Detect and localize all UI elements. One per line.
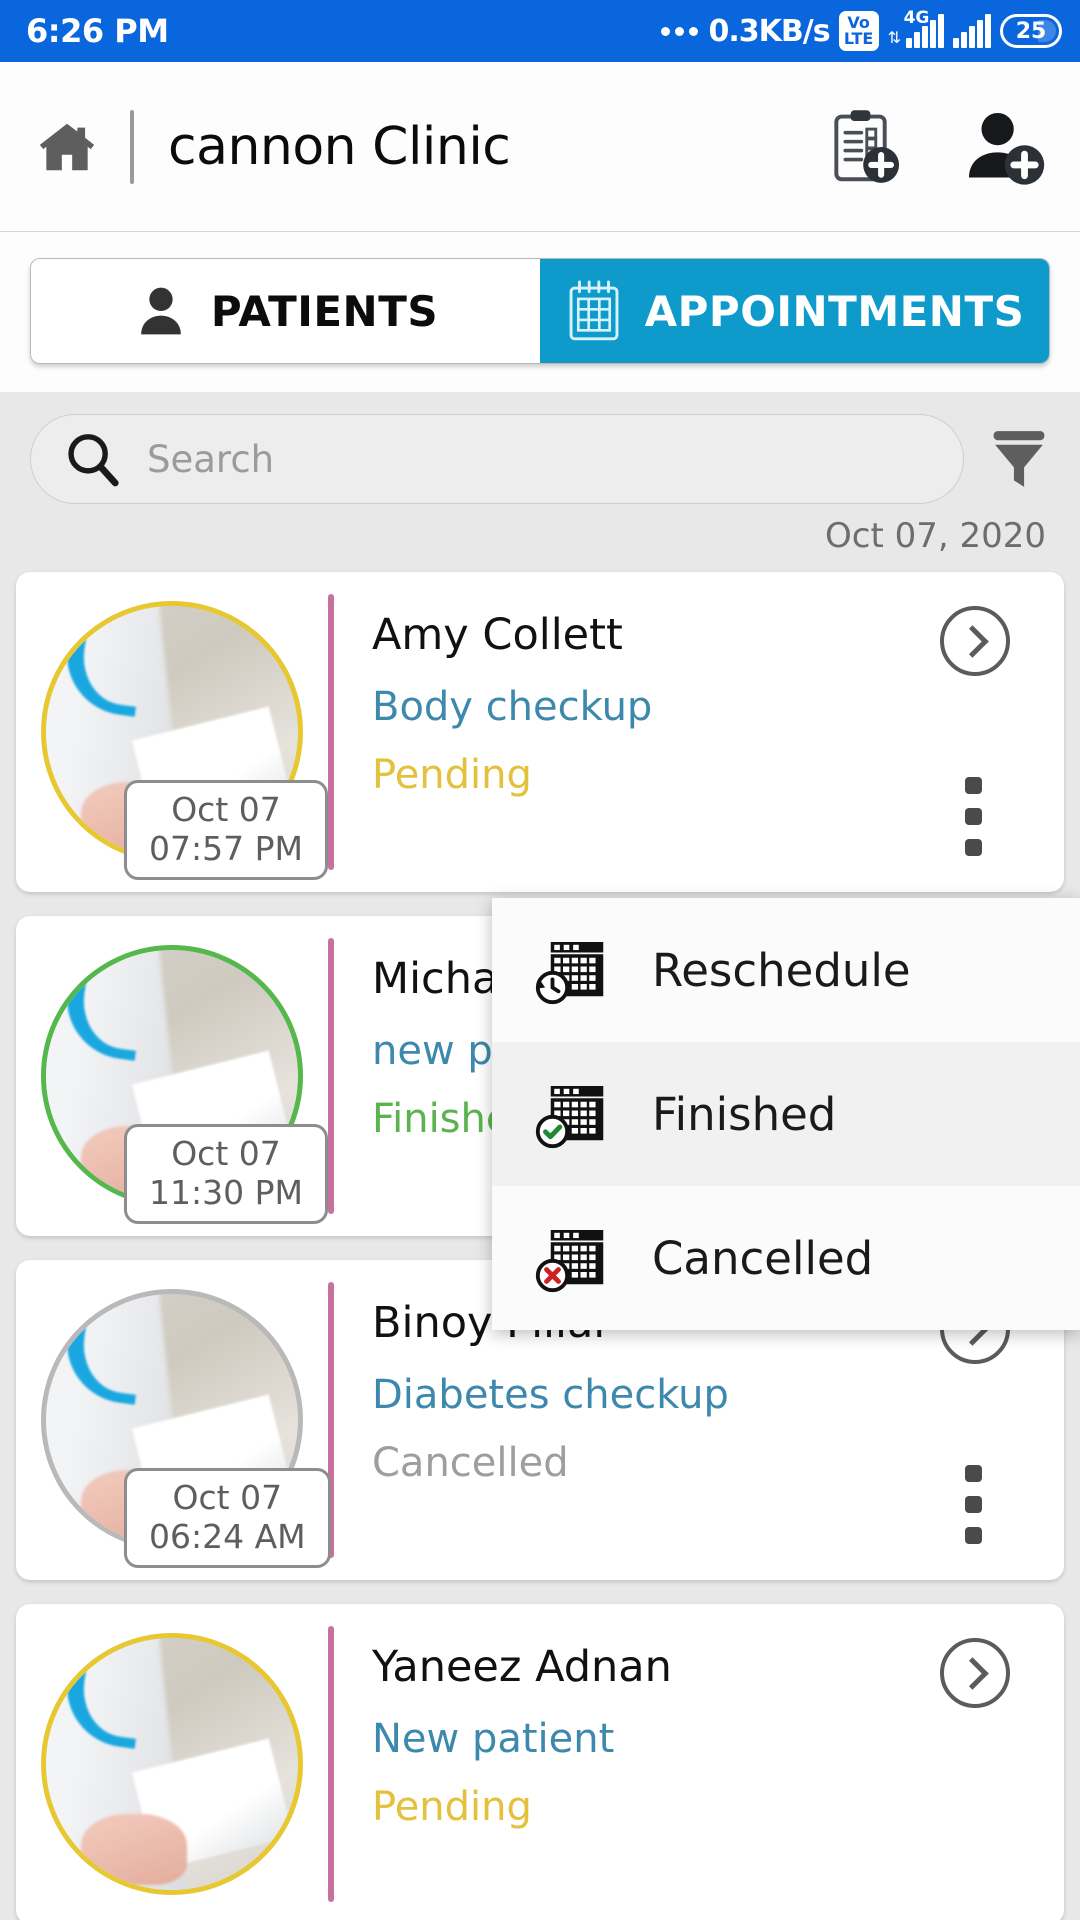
appointment-time: 11:30 PM	[149, 1174, 303, 1213]
status-bar-indicators: 0.3KB/s Vo LTE 4G ⇅ 25	[661, 11, 1062, 51]
calendar-check-icon	[528, 1072, 612, 1156]
appointment-date: Oct 07	[149, 791, 303, 830]
search-placeholder: Search	[147, 438, 274, 481]
search-row: Search	[0, 392, 1080, 504]
app-root: 6:26 PM 0.3KB/s Vo LTE 4G ⇅ 25 cannon Cl…	[0, 0, 1080, 1920]
page-title: cannon Clinic	[168, 117, 510, 177]
volte-bottom-label: LTE	[844, 31, 873, 47]
appointment-date: Oct 07	[149, 1135, 303, 1174]
add-appointment-icon[interactable]	[822, 104, 908, 190]
calendar-cancel-icon	[528, 1216, 612, 1300]
avatar-column: Oct 07 11:30 PM	[16, 916, 328, 1236]
appointment-datetime-badge: Oct 07 07:57 PM	[124, 780, 328, 880]
menu-item-cancelled[interactable]: Cancelled	[492, 1186, 1080, 1330]
appointment-reason: New patient	[372, 1716, 1064, 1762]
appointment-status: Pending	[372, 1784, 1064, 1830]
status-bar: 6:26 PM 0.3KB/s Vo LTE 4G ⇅ 25	[0, 0, 1080, 62]
chevron-right-icon[interactable]	[940, 1638, 1010, 1708]
network-speed-label: 0.3KB/s	[709, 14, 830, 49]
appointment-datetime-badge: Oct 07 11:30 PM	[124, 1124, 328, 1224]
tab-patients-label: PATIENTS	[211, 287, 438, 336]
appointment-reason: Body checkup	[372, 684, 1064, 730]
avatar	[41, 1633, 303, 1895]
appointment-time: 07:57 PM	[149, 830, 303, 869]
search-input[interactable]: Search	[30, 414, 964, 504]
app-bar: cannon Clinic	[0, 62, 1080, 232]
date-header: Oct 07, 2020	[0, 504, 1080, 572]
network-type-label: 4G	[904, 8, 930, 28]
signal-bars-2-icon	[953, 14, 991, 48]
battery-level-label: 25	[1016, 19, 1047, 44]
more-options-button[interactable]	[965, 777, 982, 856]
status-bar-clock: 6:26 PM	[26, 12, 169, 50]
appointment-card[interactable]: Oct 07 07:57 PM Amy Collett Body checkup…	[16, 572, 1064, 892]
menu-item-reschedule[interactable]: Reschedule	[492, 898, 1080, 1042]
appointment-reason: Diabetes checkup	[372, 1372, 1064, 1418]
avatar-column: Oct 07 06:24 AM	[16, 1260, 328, 1580]
menu-item-finished-label: Finished	[652, 1088, 836, 1141]
tab-appointments[interactable]: APPOINTMENTS	[540, 259, 1049, 363]
avatar-column	[16, 1604, 328, 1920]
volte-icon: Vo LTE	[839, 11, 879, 51]
menu-item-finished[interactable]: Finished	[492, 1042, 1080, 1186]
more-options-button[interactable]	[965, 1465, 982, 1544]
data-transfer-icon: ⇅	[888, 30, 901, 48]
menu-item-reschedule-label: Reschedule	[652, 944, 911, 997]
avatar-column: Oct 07 07:57 PM	[16, 572, 328, 892]
person-icon	[133, 281, 189, 341]
appointment-info: Yaneez Adnan New patient Pending	[334, 1604, 1064, 1920]
tab-patients[interactable]: PATIENTS	[31, 259, 540, 363]
appointment-status: Cancelled	[372, 1440, 1064, 1486]
chevron-right-icon[interactable]	[940, 606, 1010, 676]
menu-item-cancelled-label: Cancelled	[652, 1232, 873, 1285]
appointment-info: Amy Collett Body checkup Pending	[334, 572, 1064, 892]
search-icon	[61, 428, 123, 490]
calendar-icon	[565, 278, 623, 344]
home-icon[interactable]	[30, 116, 104, 178]
calendar-clock-icon	[528, 928, 612, 1012]
appointment-date: Oct 07	[149, 1479, 306, 1518]
appointment-context-menu: Reschedule	[492, 898, 1080, 1330]
appointment-status: Pending	[372, 752, 1064, 798]
filter-icon[interactable]	[988, 426, 1050, 492]
tab-appointments-label: APPOINTMENTS	[645, 287, 1025, 336]
appointment-datetime-badge: Oct 07 06:24 AM	[124, 1468, 331, 1568]
notification-dots-icon	[661, 27, 698, 36]
tab-bar: PATIENTS APPOINTMENTS	[30, 258, 1050, 364]
appointment-time: 06:24 AM	[149, 1518, 306, 1557]
add-patient-icon[interactable]	[960, 104, 1046, 190]
tabs-container: PATIENTS APPOINTMENTS	[0, 232, 1080, 392]
appointment-card[interactable]: Yaneez Adnan New patient Pending	[16, 1604, 1064, 1920]
signal-sim1-icon: 4G ⇅	[888, 14, 944, 48]
app-bar-divider	[130, 110, 134, 184]
battery-icon: 25	[1000, 14, 1062, 48]
